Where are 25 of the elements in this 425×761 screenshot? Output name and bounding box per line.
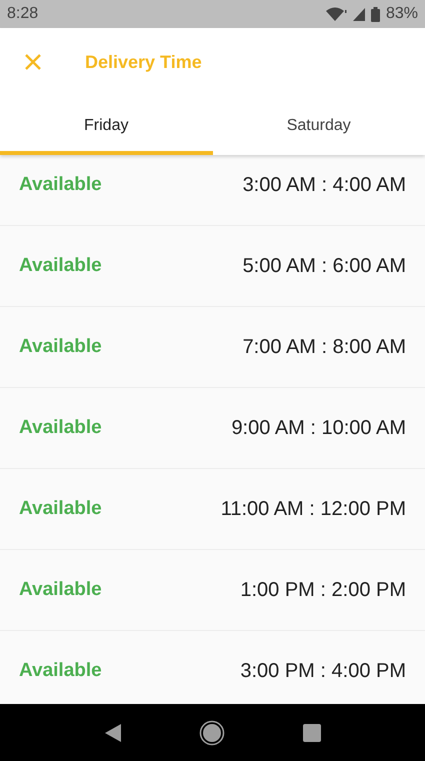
battery-icon xyxy=(370,6,380,22)
home-icon[interactable] xyxy=(198,720,224,746)
time-slot[interactable]: 5:00 AM : 6:00 AM xyxy=(242,251,406,281)
availability-status: Available xyxy=(19,254,102,278)
time-slot[interactable]: 7:00 AM : 8:00 AM xyxy=(242,332,406,362)
time-slot[interactable]: 3:00 AM : 4:00 AM xyxy=(242,170,406,200)
signal-icon xyxy=(352,8,365,20)
availability-status: Available xyxy=(19,496,102,521)
battery-percent: 83% xyxy=(386,4,418,24)
availability-status: Available xyxy=(19,578,102,602)
availability-status: Available xyxy=(19,334,102,359)
availability-status: Available xyxy=(19,658,102,683)
recents-icon[interactable] xyxy=(302,724,320,742)
availability-status: Available xyxy=(19,172,102,197)
status-time: 8:28 xyxy=(7,4,38,24)
day-tab[interactable]: Saturday xyxy=(212,96,425,155)
time-slot[interactable]: 3:00 PM : 4:00 PM xyxy=(240,656,406,686)
back-icon[interactable] xyxy=(104,724,120,742)
wifi-icon xyxy=(324,6,347,22)
time-slot[interactable]: 1:00 PM : 2:00 PM xyxy=(240,575,406,605)
day-tab[interactable]: Friday xyxy=(0,96,212,155)
availability-status: Available xyxy=(19,416,102,440)
time-slot[interactable]: 11:00 AM : 12:00 PM xyxy=(220,494,406,524)
time-slot[interactable]: 9:00 AM : 10:00 AM xyxy=(231,413,406,443)
page-title: Delivery Time xyxy=(85,50,202,74)
